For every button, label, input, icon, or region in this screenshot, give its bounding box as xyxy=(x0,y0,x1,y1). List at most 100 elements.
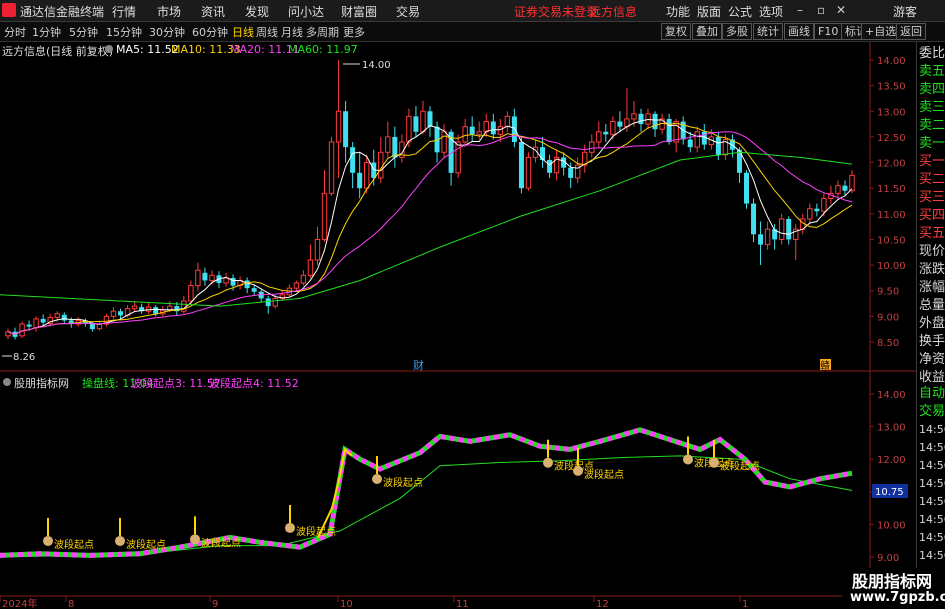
main-tick-label: 12.50 xyxy=(877,133,906,144)
quote-label: 卖一 xyxy=(919,136,945,151)
menu-item-discover[interactable]: 发现 xyxy=(245,3,269,20)
overlay-button[interactable]: 叠加 xyxy=(692,23,722,40)
quote-label: 总量 xyxy=(919,298,945,313)
watermark: 股朋指标网 www.7gpzb.com xyxy=(842,568,945,609)
candle-body xyxy=(378,151,384,179)
candle-body xyxy=(490,121,496,135)
multi-stock-button[interactable]: 多股 xyxy=(722,23,752,40)
f10-button[interactable]: F10 xyxy=(814,23,843,40)
quote-panel: 委比 卖五 卖四 卖三 卖二 卖一 买一 买二 买三 买四 买五 现价 涨跌 涨幅 总量 外盘 换手 净资 收益 自动… xyxy=(916,42,945,609)
x-tick-label: 9 xyxy=(212,599,218,609)
period-weekly[interactable]: 周线 xyxy=(256,24,278,40)
period-daily[interactable]: 日线 xyxy=(232,24,254,40)
high-label: 14.00 xyxy=(362,60,391,71)
candle-body xyxy=(406,115,412,143)
period-intraday[interactable]: 分时 xyxy=(4,24,26,40)
candle-body xyxy=(455,141,461,174)
surge-line xyxy=(317,447,353,538)
candle-body xyxy=(603,131,609,135)
signal-label: 波段起点 xyxy=(126,538,166,551)
candle-body xyxy=(638,113,644,125)
candle-body xyxy=(666,118,672,143)
candle-body xyxy=(462,126,468,143)
low-label: 8.26 xyxy=(13,352,35,363)
draw-button[interactable]: 画线 xyxy=(784,23,814,40)
quote-label: 买四 xyxy=(919,208,945,223)
period-more[interactable]: 更多 xyxy=(343,24,365,40)
trade-time: 14:56 xyxy=(919,459,945,472)
close-icon[interactable]: ✕ xyxy=(836,3,846,17)
period-60min[interactable]: 60分钟 xyxy=(192,24,228,40)
period-monthly[interactable]: 月线 xyxy=(281,24,303,40)
minimize-icon[interactable]: – xyxy=(797,3,803,17)
menu-item-ask[interactable]: 问小达 xyxy=(288,3,324,20)
event-marker-finance[interactable]: 财 xyxy=(413,358,424,372)
candle-body xyxy=(54,313,60,318)
sub-tick-label: 14.00 xyxy=(877,390,906,401)
period-5min[interactable]: 5分钟 xyxy=(69,24,98,40)
quote-label: 换手 xyxy=(919,334,945,349)
auto-trade-label[interactable]: 交易 xyxy=(919,404,945,419)
x-tick-label: 12 xyxy=(596,599,609,609)
back-button[interactable]: 返回 xyxy=(896,23,926,40)
current-value: 10.75 xyxy=(875,487,904,498)
money-bag-icon xyxy=(285,522,295,533)
money-bag-icon xyxy=(115,535,125,546)
candle-body xyxy=(40,318,46,323)
candle-body xyxy=(483,121,489,133)
menu-item-layout[interactable]: 版面 xyxy=(697,3,721,20)
candle-body xyxy=(110,310,117,317)
login-warning[interactable]: 证券交易未登录 xyxy=(514,3,598,20)
candle-body xyxy=(476,131,482,135)
candle-body xyxy=(687,139,693,148)
quote-label: 卖五 xyxy=(919,64,945,79)
candle-body xyxy=(610,121,616,135)
menu-item-formula[interactable]: 公式 xyxy=(728,3,752,20)
adjust-button[interactable]: 复权 xyxy=(661,23,691,40)
main-tick-label: 13.00 xyxy=(877,107,906,118)
menu-item-wealth[interactable]: 财富圈 xyxy=(341,3,377,20)
signal-label: 波段起点 xyxy=(383,476,423,489)
candle-body xyxy=(518,142,524,189)
candle-body xyxy=(307,259,314,276)
period-multi[interactable]: 多周期 xyxy=(306,24,339,40)
candle-body xyxy=(202,272,208,281)
candlesticks xyxy=(5,60,855,340)
menu-item-options[interactable]: 选项 xyxy=(759,3,783,20)
candle-body xyxy=(209,274,215,281)
auto-trade-label[interactable]: 自动 xyxy=(919,386,945,401)
candle-body xyxy=(547,159,553,173)
event-marker-fu[interactable]: 赣 xyxy=(820,359,830,372)
candle-body xyxy=(525,156,532,189)
guest-label[interactable]: 游客 xyxy=(893,3,917,20)
stats-button[interactable]: 统计 xyxy=(753,23,783,40)
sub-tick-label: 13.00 xyxy=(877,423,906,434)
band-line-green xyxy=(0,427,853,558)
candle-body xyxy=(715,136,721,155)
add-favorite-button[interactable]: +自选 xyxy=(861,23,901,40)
period-1min[interactable]: 1分钟 xyxy=(32,24,61,40)
stock-name-header: 远方信息 xyxy=(589,5,638,19)
candle-body xyxy=(33,318,39,329)
menu-item-function[interactable]: 功能 xyxy=(666,3,690,20)
watermark-url: www.7gpzb.com xyxy=(850,590,945,605)
menu-item-trade[interactable]: 交易 xyxy=(396,3,420,20)
main-y-axis: 14.00 13.50 13.00 12.50 12.00 11.50 11.00 10.50… xyxy=(870,56,906,349)
main-tick-label: 9.00 xyxy=(877,312,899,323)
restore-icon[interactable]: ▫ xyxy=(817,3,825,17)
candle-body xyxy=(223,277,229,284)
kline-chart[interactable]: 波段起点波段起点波段起点波段起点波段起点波段起点波段起点波段起点波段起点 14.… xyxy=(0,42,916,609)
candle-body xyxy=(314,238,321,261)
signal-label: 波段起点 xyxy=(296,525,336,538)
period-15min[interactable]: 15分钟 xyxy=(106,24,142,40)
indicator-lines xyxy=(0,427,853,558)
candle-body xyxy=(807,208,813,220)
candle-body xyxy=(321,192,328,240)
menu-item-news[interactable]: 资讯 xyxy=(201,3,225,20)
main-tick-label: 8.50 xyxy=(877,338,899,349)
menu-item-market[interactable]: 市场 xyxy=(157,3,181,20)
menu-item-quotes[interactable]: 行情 xyxy=(112,3,136,20)
candle-body xyxy=(89,323,95,330)
period-30min[interactable]: 30分钟 xyxy=(149,24,185,40)
sub-tick-label: 9.00 xyxy=(877,553,899,564)
